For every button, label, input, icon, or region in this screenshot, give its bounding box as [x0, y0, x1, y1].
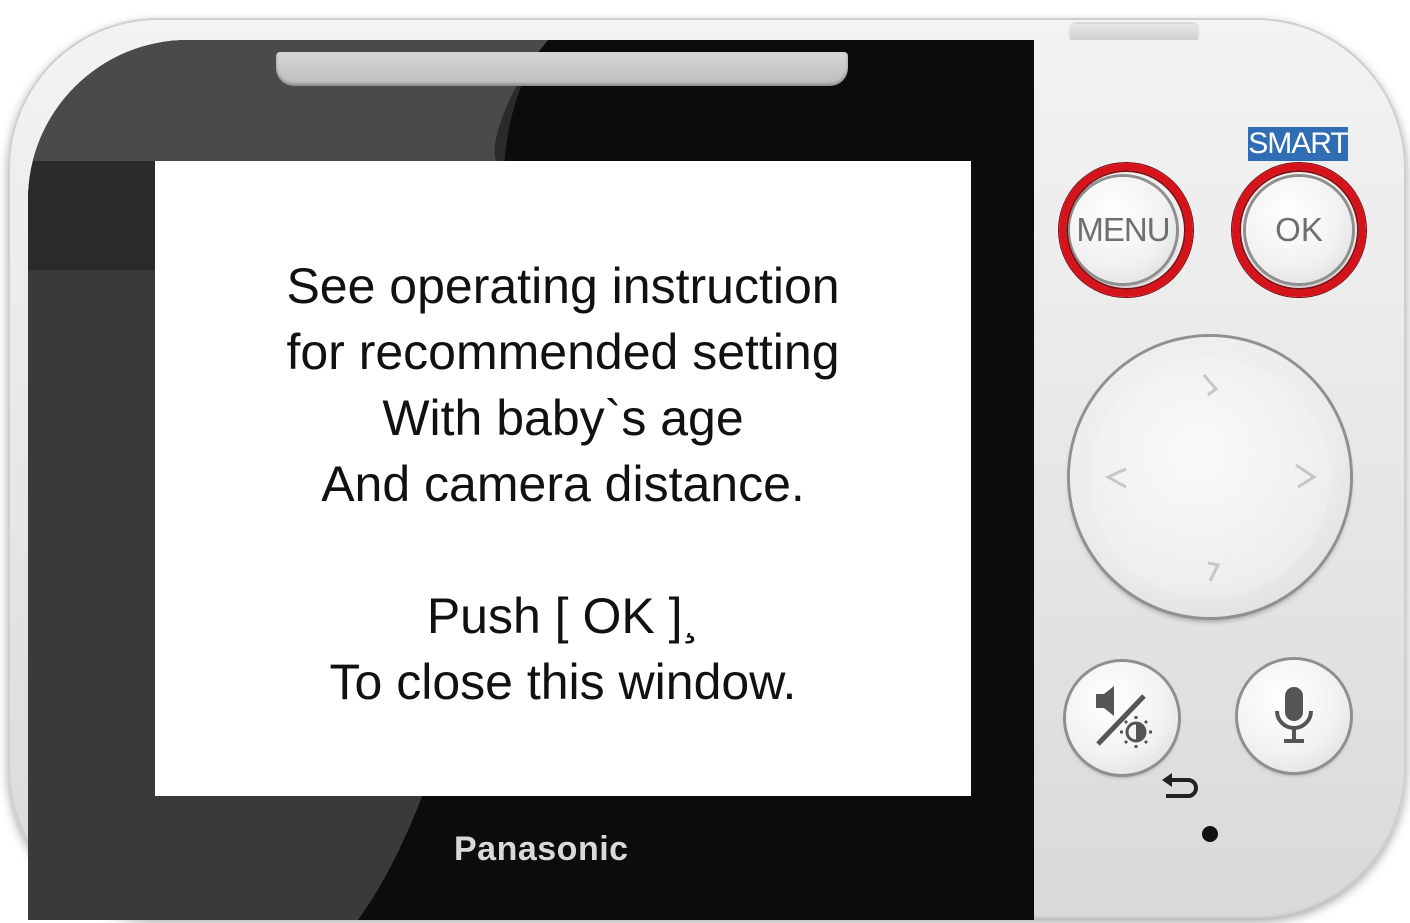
talk-button[interactable]	[1238, 660, 1350, 772]
message-line: See operating instruction	[286, 258, 840, 314]
dpad-arrows	[1104, 374, 1317, 582]
chevron-right-icon	[1295, 463, 1317, 489]
message-line: Push [ OK ]¸	[426, 588, 700, 644]
power-button[interactable]	[1070, 24, 1198, 40]
message-line: With baby`s age	[382, 390, 744, 446]
microphone-hole	[1202, 826, 1218, 842]
message-line: To close this window.	[329, 654, 797, 710]
chevron-down-icon	[1207, 561, 1221, 582]
light-sensor-bar	[276, 52, 848, 86]
brand-logo: Panasonic	[454, 830, 629, 868]
menu-button-label: MENU	[1076, 211, 1170, 248]
back-arrow-icon	[1162, 773, 1198, 798]
display-screen: See operating instruction for recommende…	[155, 161, 971, 796]
microphone-icon	[1275, 687, 1313, 743]
volume-brightness-button[interactable]	[1066, 662, 1178, 774]
menu-button[interactable]: MENU	[1070, 177, 1176, 283]
message-line: for recommended setting	[286, 324, 840, 380]
message-line: And camera distance.	[321, 456, 805, 512]
chevron-left-icon	[1104, 467, 1127, 489]
chevron-up-icon	[1202, 374, 1219, 397]
ok-button[interactable]: OK	[1246, 177, 1352, 283]
ok-button-label: OK	[1275, 211, 1323, 248]
smart-badge: SMART	[1248, 127, 1349, 161]
speaker-brightness-icon	[1096, 686, 1152, 748]
